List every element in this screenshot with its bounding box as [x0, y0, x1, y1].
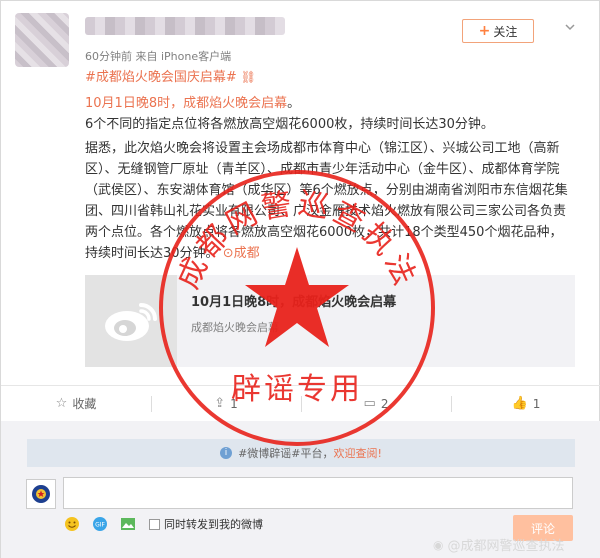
shared-article-card[interactable]: 10月1日晚8时，成都焰火晚会启幕 成都焰火晚会启幕 — [85, 275, 575, 367]
weibo-post-card: 60分钟前 来自 iPhone客户端 + 关注 #成都焰火晚会国庆启幕# ⛓ 10… — [0, 0, 600, 558]
chevron-down-icon[interactable] — [564, 21, 576, 33]
like-icon: 👍 — [511, 396, 528, 411]
username-redacted[interactable] — [85, 17, 285, 35]
favorite-button[interactable]: ☆ 收藏 — [1, 386, 151, 421]
forward-checkbox[interactable] — [149, 518, 160, 530]
share-icon: ⇪ — [214, 396, 226, 411]
hashtag-text[interactable]: #成都焰火晚会国庆启幕# — [85, 70, 237, 85]
avatar[interactable] — [15, 13, 69, 67]
info-icon: i — [220, 447, 233, 459]
watermark: ◉ @成都网警巡查执法 — [433, 535, 565, 555]
repost-button[interactable]: ⇪ 1 — [151, 386, 301, 421]
favorite-label: 收藏 — [72, 397, 97, 411]
emoji-icon[interactable] — [63, 515, 81, 533]
svg-text:GIF: GIF — [95, 522, 105, 529]
police-badge-icon — [32, 485, 50, 503]
shared-subtitle: 成都焰火晚会启幕 — [191, 321, 279, 334]
post-body-paragraph: 据悉，此次焰火晚会将设置主会场成都市体育中心（锦江区）、兴城公司工地（高新区）、… — [85, 138, 570, 264]
body-paragraph-text: 据悉，此次焰火晚会将设置主会场成都市体育中心（锦江区）、兴城公司工地（高新区）、… — [85, 141, 568, 261]
shared-thumbnail — [85, 275, 177, 367]
comment-count: 2 — [380, 396, 389, 411]
gif-icon[interactable]: GIF — [91, 515, 109, 533]
headline-text: 10月1日晚8时，成都焰火晚会启幕 — [85, 96, 288, 111]
repost-count: 1 — [230, 396, 238, 411]
follow-button[interactable]: + 关注 — [462, 19, 534, 43]
follow-label: 关注 — [493, 24, 518, 39]
like-count: 1 — [532, 396, 541, 411]
post-meta: 60分钟前 来自 iPhone客户端 — [85, 50, 232, 63]
police-badge-avatar[interactable] — [26, 479, 56, 509]
weibo-watermark-icon: ◉ — [433, 537, 444, 552]
comment-button[interactable]: ▭ 2 — [301, 386, 451, 421]
image-icon[interactable] — [119, 515, 137, 533]
post-body-line: 6个不同的指定点位将各燃放高空烟花6000枚，持续时间长达30分钟。 — [85, 117, 494, 132]
forward-label: 同时转发到我的微博 — [164, 518, 263, 531]
headline-end: 。 — [287, 96, 301, 111]
comment-tools: GIF 同时转发到我的微博 — [63, 515, 263, 533]
post-headline: 10月1日晚8时，成都焰火晚会启幕。 — [85, 93, 570, 114]
comment-icon: ▭ — [363, 396, 376, 411]
plus-icon: + — [478, 23, 491, 39]
star-icon: ☆ — [55, 396, 68, 411]
comment-input[interactable] — [63, 477, 573, 509]
notice-link[interactable]: 欢迎查阅! — [334, 445, 382, 461]
rumor-notice-bar: i #微博辟谣#平台， 欢迎查阅! — [27, 439, 575, 467]
location-link[interactable]: ⊙成都 — [223, 246, 260, 261]
weibo-logo-icon — [105, 303, 157, 341]
link-icon: ⛓ — [240, 70, 257, 84]
location-text: 成都 — [233, 246, 260, 261]
hashtag-link[interactable]: #成都焰火晚会国庆启幕# ⛓ — [85, 67, 570, 88]
shared-title: 10月1日晚8时，成都焰火晚会启幕 — [191, 295, 397, 310]
location-pin-icon: ⊙ — [222, 246, 234, 261]
action-bar: ☆ 收藏 ⇪ 1 ▭ 2 👍 1 — [1, 385, 600, 421]
watermark-text: @成都网警巡查执法 — [447, 539, 565, 554]
notice-text: #微博辟谣#平台， — [238, 447, 334, 460]
like-button[interactable]: 👍 1 — [451, 386, 600, 421]
